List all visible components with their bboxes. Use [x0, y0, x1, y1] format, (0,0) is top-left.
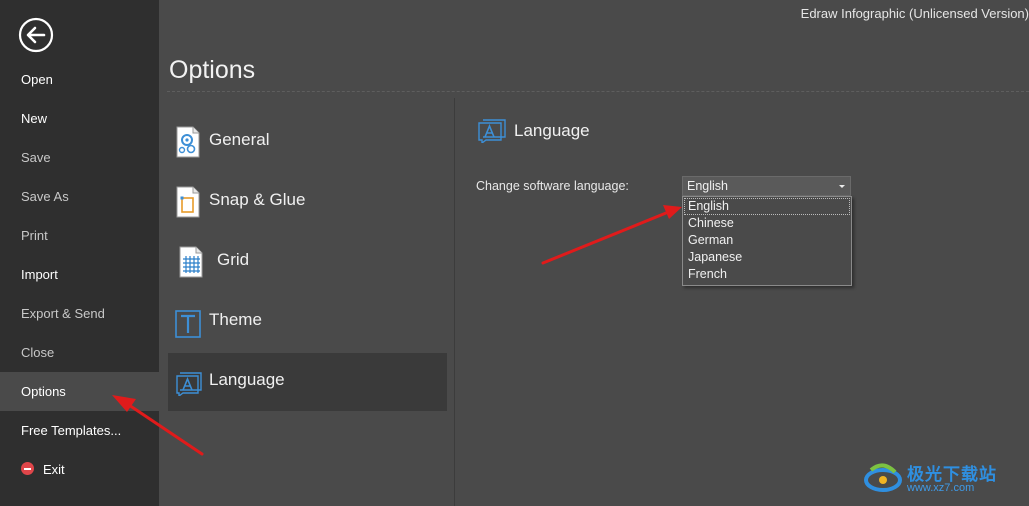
- language-section-title: Language: [514, 121, 590, 140]
- watermark-logo: 极光下载站 www.xz7.com: [863, 458, 1023, 500]
- language-field-label: Change software language:: [476, 179, 629, 193]
- snap-glue-icon: [175, 186, 201, 218]
- sidebar-item-open[interactable]: Open: [0, 60, 159, 99]
- category-snap-glue[interactable]: Snap & Glue: [168, 173, 447, 231]
- grid-icon: [178, 246, 204, 278]
- exit-icon: [21, 462, 34, 476]
- category-label: Language: [209, 370, 285, 389]
- panel-divider: [454, 98, 455, 506]
- watermark-url: www.xz7.com: [907, 482, 975, 494]
- language-icon: [175, 370, 203, 396]
- language-select[interactable]: English: [682, 176, 851, 196]
- category-label: Grid: [217, 250, 250, 269]
- header-divider: [167, 91, 1029, 92]
- sidebar-item-close[interactable]: Close: [0, 333, 159, 372]
- sidebar-item-export-send[interactable]: Export & Send: [0, 294, 159, 333]
- back-arrow-icon: [18, 17, 54, 53]
- sidebar-item-options[interactable]: Options: [0, 372, 159, 411]
- aurora-logo-icon: [864, 463, 902, 492]
- theme-text-icon: [175, 308, 201, 340]
- app-title: Edraw Infographic (Unlicensed Version): [800, 6, 1029, 21]
- chevron-down-icon[interactable]: [834, 177, 850, 195]
- sidebar-item-label: Exit: [43, 462, 65, 477]
- language-section-icon: [477, 117, 507, 143]
- sidebar-item-exit[interactable]: Exit: [0, 450, 159, 489]
- sidebar-item-import[interactable]: Import: [0, 255, 159, 294]
- sidebar-item-free-templates[interactable]: Free Templates...: [0, 411, 159, 450]
- language-dropdown-list: English Chinese German Japanese French: [682, 196, 852, 286]
- general-settings-icon: [175, 126, 201, 158]
- category-general[interactable]: General: [168, 113, 447, 171]
- annotation-arrow-english: [541, 205, 682, 265]
- category-label: Theme: [209, 310, 262, 329]
- sidebar-item-new[interactable]: New: [0, 99, 159, 138]
- back-button[interactable]: [18, 17, 54, 53]
- category-label: Snap & Glue: [209, 190, 306, 209]
- category-theme[interactable]: Theme: [168, 293, 447, 351]
- language-option-german[interactable]: German: [684, 232, 850, 249]
- language-option-french[interactable]: French: [684, 266, 850, 283]
- category-label: General: [209, 130, 270, 149]
- category-language[interactable]: Language: [168, 353, 447, 411]
- language-option-chinese[interactable]: Chinese: [684, 215, 850, 232]
- sidebar-item-save-as[interactable]: Save As: [0, 177, 159, 216]
- category-grid[interactable]: Grid: [168, 233, 447, 291]
- page-title: Options: [169, 56, 256, 84]
- file-sidebar: Open New Save Save As Print Import Expor…: [0, 0, 159, 506]
- language-option-english[interactable]: English: [684, 198, 850, 215]
- sidebar-item-print[interactable]: Print: [0, 216, 159, 255]
- language-option-japanese[interactable]: Japanese: [684, 249, 850, 266]
- sidebar-item-save[interactable]: Save: [0, 138, 159, 177]
- language-select-value: English: [687, 179, 728, 193]
